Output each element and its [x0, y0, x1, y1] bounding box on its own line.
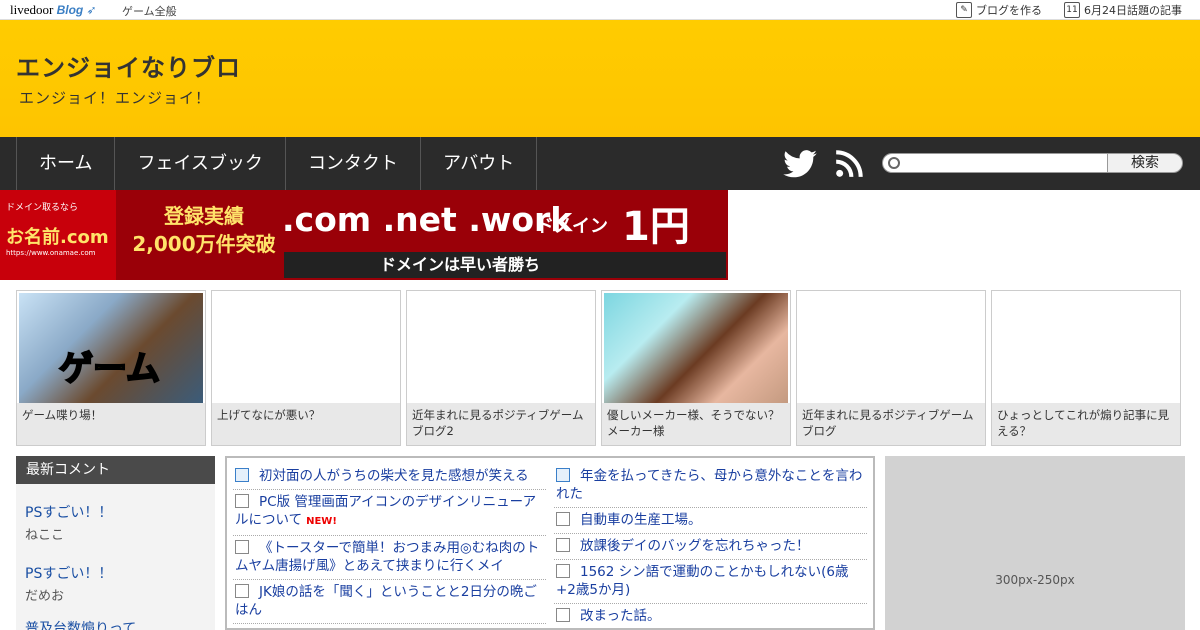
comment-title-link[interactable]: PSすごい！！ [25, 563, 206, 583]
topic-link-label: 6月24日話題の記事 [1084, 4, 1182, 17]
ad-domain-label: ドメイン [536, 216, 608, 237]
document-icon [235, 494, 249, 508]
article-title: PC版 管理画面アイコンのデザインリニューアルについて [235, 494, 537, 528]
pencil-icon: ✎ [956, 2, 972, 18]
article-link[interactable]: 1562 シン語で運動のことかもしれない(6歳+2歳5か月) [554, 560, 867, 604]
comment-item: 普及台数煽りって [16, 618, 215, 630]
featured-post-caption: ゲーム喋り場！ [17, 403, 205, 445]
ad-mid-text: 登録実績 2,000万件突破 [132, 204, 276, 256]
logo-blog-text: Blog [56, 3, 84, 17]
article-title: 《トースターで簡単！おつまみ用◎むね肉のトムヤム唐揚げ風》とあえて挟まりに行くメ… [235, 540, 540, 574]
search-input[interactable] [882, 153, 1108, 173]
comment-author: だめお [25, 589, 65, 604]
category-link[interactable]: ゲーム全般 [122, 3, 177, 19]
ad-strip-text: ドメインは早い者勝ち [284, 252, 726, 278]
comment-item: PSすごい！！ だめお [16, 563, 215, 604]
blog-subtitle: エンジョイ！エンジョイ！ [19, 89, 212, 107]
featured-post[interactable]: 優しいメーカー様、そうでない？メーカー様 [601, 290, 791, 446]
article-title: 年金を払ってきたら、母から意外なことを言われた [556, 468, 863, 502]
article-link[interactable]: 年金を払ってきたら、母から意外なことを言われた [554, 464, 867, 508]
featured-post-caption: 優しいメーカー様、そうでない？メーカー様 [602, 403, 790, 445]
domain-ad-banner[interactable]: ドメイン取るなら お名前.com https://www.onamae.com … [0, 190, 728, 280]
ad-price-text: 1円 [622, 204, 690, 250]
ad-domains-text: .com .net .work [282, 200, 573, 239]
document-icon [556, 538, 570, 552]
article-title: JK娘の話を「聞く」ということと2日分の晩ごはん [235, 584, 537, 618]
article-title: 1562 シン語で運動のことかもしれない(6歳+2歳5か月) [556, 564, 849, 598]
featured-post[interactable]: ひょっとしてこれが煽り記事に見える？ [991, 290, 1181, 446]
top-bar: livedoor Blog ➶ ゲーム全般 ✎ ブログを作る 11 6月24日話… [0, 0, 1200, 20]
rss-icon[interactable] [835, 150, 863, 178]
document-icon [556, 512, 570, 526]
create-blog-label: ブログを作る [976, 4, 1042, 17]
document-icon [235, 540, 249, 554]
featured-post[interactable]: ゲーム ゲーム喋り場！ [16, 290, 206, 446]
document-icon [556, 608, 570, 622]
featured-post-caption: 近年まれに見るポジティブゲームブログ2 [407, 403, 595, 445]
article-link[interactable]: 初対面の人がうちの柴犬を見た感想が笑える [233, 464, 546, 490]
logo-main-text: livedoor [10, 2, 54, 17]
nav-item-contact[interactable]: コンタクト [286, 137, 421, 190]
global-nav: ホーム フェイスブック コンタクト アバウト 検索 [0, 137, 1200, 190]
recent-comments-widget: 最新コメント PSすごい！！ ねここ PSすごい！！ だめお 普及台数煽りって [16, 456, 215, 630]
post-thumbnail-image: ゲーム [19, 293, 203, 403]
article-link[interactable]: PC版 管理画面アイコンのデザインリニューアルについて NEW! [233, 490, 546, 536]
comment-item: PSすごい！！ ねここ [16, 502, 215, 543]
document-icon [235, 584, 249, 598]
search-icon [888, 157, 900, 169]
comment-title-link[interactable]: PSすごい！！ [25, 502, 206, 522]
blog-article-list: 初対面の人がうちの柴犬を見た感想が笑える PC版 管理画面アイコンのデザインリニュ… [225, 456, 875, 630]
create-blog-link[interactable]: ✎ ブログを作る [956, 2, 1042, 18]
post-thumbnail-image [604, 293, 788, 403]
article-column-right: 年金を払ってきたら、母から意外なことを言われた自動車の生産工場。放課後デイのバッ… [554, 464, 867, 628]
article-title: 自動車の生産工場。 [580, 512, 702, 528]
article-title: 放課後デイのバッグを忘れちゃった！ [580, 538, 810, 554]
game-title-art: ゲーム [58, 348, 161, 390]
calendar-icon: 11 [1064, 2, 1080, 18]
livedoor-blog-logo[interactable]: livedoor Blog ➶ [10, 2, 97, 18]
new-badge: NEW! [306, 516, 337, 527]
article-link[interactable]: JK娘の話を「聞く」ということと2日分の晩ごはん [233, 580, 546, 624]
nav-item-about[interactable]: アバウト [421, 137, 538, 190]
blog-post-icon [235, 468, 249, 482]
blog-header: エンジョイなりブロ エンジョイ！エンジョイ！ [0, 20, 1200, 137]
article-link[interactable]: 6/16から6/21までの1週間：女子大生・女子高 [233, 624, 546, 628]
ad-left-small-text: ドメイン取るなら [6, 203, 79, 213]
featured-post-caption: ひょっとしてこれが煽り記事に見える？ [992, 403, 1180, 445]
comment-title-link[interactable]: 普及台数煽りって [25, 618, 206, 630]
featured-post-caption: 上げてなにが悪い？ [212, 403, 400, 445]
widget-heading: 最新コメント [16, 456, 215, 484]
twitter-icon[interactable] [783, 150, 817, 178]
featured-post[interactable]: 近年まれに見るポジティブゲームブログ [796, 290, 986, 446]
ad-left-panel: ドメイン取るなら お名前.com https://www.onamae.com [0, 190, 116, 280]
article-link[interactable]: 自動車の生産工場。 [554, 508, 867, 534]
bird-icon: ➶ [86, 3, 97, 17]
blog-title[interactable]: エンジョイなりブロ [16, 48, 241, 83]
topic-link[interactable]: 11 6月24日話題の記事 [1064, 2, 1182, 18]
article-title: 初対面の人がうちの柴犬を見た感想が笑える [259, 468, 529, 484]
featured-post[interactable]: 近年まれに見るポジティブゲームブログ2 [406, 290, 596, 446]
featured-post[interactable]: 上げてなにが悪い？ [211, 290, 401, 446]
comment-author: ねここ [25, 528, 65, 543]
document-icon [556, 564, 570, 578]
nav-item-facebook[interactable]: フェイスブック [115, 137, 286, 190]
ad-url-text: https://www.onamae.com [6, 249, 96, 257]
ad-placeholder[interactable]: 300px-250px [885, 456, 1185, 630]
nav-menu: ホーム フェイスブック コンタクト アバウト [16, 137, 538, 190]
featured-posts: ゲーム ゲーム喋り場！ 上げてなにが悪い？ 近年まれに見るポジティブゲームブログ… [16, 290, 1184, 446]
ad-brand-text: お名前.com [6, 227, 109, 248]
featured-post-caption: 近年まれに見るポジティブゲームブログ [797, 403, 985, 445]
article-link[interactable]: 改まった話。 [554, 604, 867, 628]
article-columns: 初対面の人がうちの柴犬を見た感想が笑える PC版 管理画面アイコンのデザインリニュ… [233, 464, 867, 628]
article-link[interactable]: 《トースターで簡単！おつまみ用◎むね肉のトムヤム唐揚げ風》とあえて挟まりに行くメ… [233, 536, 546, 580]
search-button[interactable]: 検索 [1107, 153, 1183, 173]
blog-post-icon [556, 468, 570, 482]
article-column-left: 初対面の人がうちの柴犬を見た感想が笑える PC版 管理画面アイコンのデザインリニュ… [233, 464, 546, 628]
article-title: 改まった話。 [580, 608, 661, 624]
article-link[interactable]: 放課後デイのバッグを忘れちゃった！ [554, 534, 867, 560]
nav-item-home[interactable]: ホーム [17, 137, 116, 190]
